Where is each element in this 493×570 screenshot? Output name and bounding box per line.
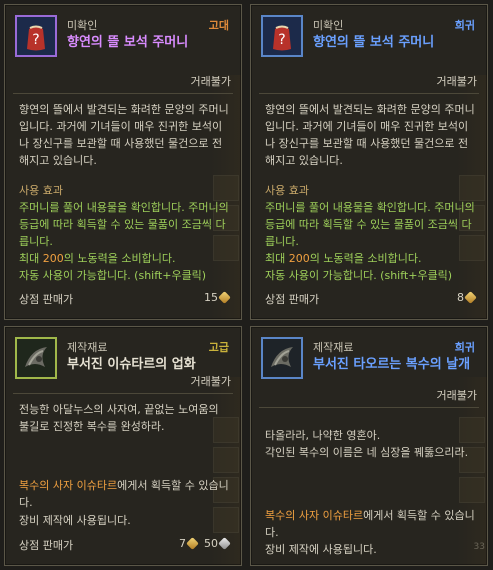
item-name: 부서진 이슈타르의 업화	[67, 357, 196, 372]
trade-status: 거래불가	[190, 375, 231, 388]
divider	[13, 393, 233, 394]
item-description: 향연의 뜰에서 발견되는 화려한 문양의 주머니입니다. 과거에 기녀들이 매우…	[19, 103, 229, 167]
item-description: 전능한 아달누스의 사자여, 끝없는 노여움의 불길로 진정한 복수를 완성하라…	[19, 403, 219, 433]
labor-cost-prefix: 최대	[265, 252, 289, 265]
tooltip-header: 제작재료 희귀 부서진 타오르는 복수의 날개	[261, 337, 479, 381]
gold-coin-icon	[218, 291, 231, 304]
labor-cost-value: 200	[288, 252, 310, 265]
item-tooltip-pouch-ancient: ? 미확인 고대 향연의 뜰 보석 주머니 거래불가 향연의 뜰에서 발견되는 …	[4, 4, 242, 320]
sell-price-label: 상점 판매가	[19, 539, 74, 552]
divider	[259, 407, 479, 408]
auto-use-text: 자동 사용이 가능합니다. (shift+우클릭)	[19, 269, 207, 282]
source-name: 복수의 사자 이슈타르	[19, 479, 118, 492]
item-source: 복수의 사자 이슈타르에게서 획득할 수 있습니다.	[265, 507, 475, 541]
gold-coin-icon	[464, 291, 477, 304]
item-usage: 장비 제작에 사용됩니다.	[19, 514, 131, 527]
pouch-icon: ?	[261, 15, 303, 57]
gold-amount: 15	[204, 291, 218, 304]
tooltip-grid: ? 미확인 고대 향연의 뜰 보석 주머니 거래불가 향연의 뜰에서 발견되는 …	[0, 0, 493, 570]
material-icon	[261, 337, 303, 379]
item-status: 제작재료	[313, 341, 354, 354]
tooltip-header: ? 미확인 희귀 향연의 뜰 보석 주머니	[261, 15, 479, 59]
silver-coin-icon	[218, 537, 231, 550]
item-description: 향연의 뜰에서 발견되는 화려한 문양의 주머니입니다. 과거에 기녀들이 매우…	[265, 103, 475, 167]
item-status: 미확인	[313, 19, 344, 32]
inventory-slot	[459, 477, 485, 503]
source-name: 복수의 사자 이슈타르	[265, 509, 364, 522]
item-usage: 장비 제작에 사용됩니다.	[265, 543, 377, 556]
item-grade: 고급	[208, 341, 229, 354]
auto-use-text: 자동 사용이 가능합니다. (shift+우클릭)	[265, 269, 453, 282]
use-effect-text: 주머니를 풀어 내용물을 확인합니다. 주머니의 등급에 따라 획득할 수 있는…	[19, 201, 229, 248]
labor-cost-suffix: 의 노동력을 소비합니다.	[63, 252, 176, 265]
gold-amount: 8	[457, 291, 464, 304]
item-name: 부서진 타오르는 복수의 날개	[313, 357, 471, 372]
labor-cost-line: 최대 200의 노동력을 소비합니다.	[19, 250, 229, 267]
sell-price-row: 상점 판매가 8	[265, 291, 477, 307]
trade-status: 거래불가	[190, 75, 231, 88]
labor-cost-prefix: 최대	[19, 252, 43, 265]
labor-cost-value: 200	[42, 252, 64, 265]
svg-text:?: ?	[278, 32, 285, 48]
item-status: 미확인	[67, 19, 98, 32]
trade-status: 거래불가	[436, 75, 477, 88]
item-tooltip-ishtar-flame: 제작재료 고급 부서진 이슈타르의 업화 거래불가 전능한 아달누스의 사자여,…	[4, 326, 242, 566]
item-tooltip-pouch-rare: ? 미확인 희귀 향연의 뜰 보석 주머니 거래불가 향연의 뜰에서 발견되는 …	[250, 4, 488, 320]
item-grade: 희귀	[454, 19, 475, 32]
sell-price: 15	[204, 291, 231, 304]
item-grade: 희귀	[454, 341, 475, 354]
pouch-icon: ?	[15, 15, 57, 57]
item-source: 복수의 사자 이슈타르에게서 획득할 수 있습니다.	[19, 477, 229, 511]
item-tooltip-burning-wing: 33 제작재료 희귀 부서진 타오르는 복수의 날개 거래불가 타올라라, 나약…	[250, 326, 488, 566]
svg-text:?: ?	[32, 32, 39, 48]
sell-price-label: 상점 판매가	[265, 293, 320, 306]
silver-amount: 50	[204, 537, 218, 550]
labor-cost-line: 최대 200의 노동력을 소비합니다.	[265, 250, 475, 267]
item-name: 향연의 뜰 보석 주머니	[313, 35, 435, 50]
divider	[259, 93, 479, 94]
sell-price-row: 상점 판매가 7 50	[19, 537, 231, 553]
gold-coin-icon	[186, 537, 199, 550]
item-name: 향연의 뜰 보석 주머니	[67, 35, 189, 50]
divider	[13, 93, 233, 94]
trade-status: 거래불가	[436, 389, 477, 402]
item-status: 제작재료	[67, 341, 108, 354]
use-effect-title: 사용 효과	[19, 184, 63, 197]
gold-amount: 7	[179, 537, 186, 550]
item-description: 타올라라, 나약한 영혼아. 각인된 복수의 이름은 네 심장을 꿰뚫으리라.	[265, 429, 469, 459]
use-effect-text: 주머니를 풀어 내용물을 확인합니다. 주머니의 등급에 따라 획득할 수 있는…	[265, 201, 475, 248]
inventory-slot	[213, 447, 239, 473]
sell-price: 7 50	[179, 537, 231, 550]
sell-price-row: 상점 판매가 15	[19, 291, 231, 307]
sell-price: 8	[457, 291, 477, 304]
material-icon	[15, 337, 57, 379]
use-effect-title: 사용 효과	[265, 184, 309, 197]
item-grade: 고대	[208, 19, 229, 32]
tooltip-header: ? 미확인 고대 향연의 뜰 보석 주머니	[15, 15, 233, 59]
sell-price-label: 상점 판매가	[19, 293, 74, 306]
labor-cost-suffix: 의 노동력을 소비합니다.	[309, 252, 422, 265]
